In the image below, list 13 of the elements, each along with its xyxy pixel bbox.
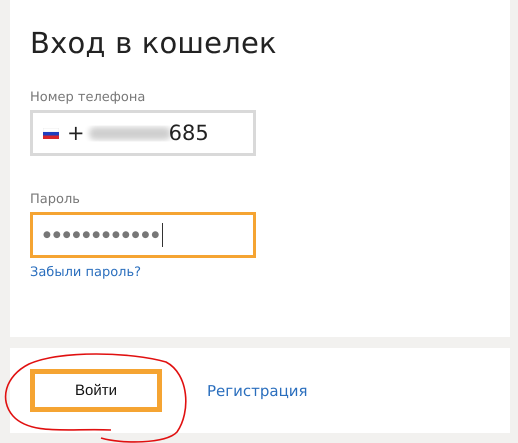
text-cursor [162, 223, 164, 247]
password-field[interactable]: ●●●●●●●●●●●● [30, 212, 256, 258]
page-title: Вход в кошелек [30, 26, 277, 60]
password-value: ●●●●●●●●●●●● [43, 230, 162, 240]
forgot-password-link[interactable]: Забыли пароль? [30, 265, 142, 280]
field-label: Пароль [30, 192, 80, 207]
register-link[interactable]: Регистрация [207, 382, 308, 400]
phone-field[interactable]: + 685 [30, 110, 256, 156]
field-label: Номер телефона [30, 90, 146, 105]
flag-icon [43, 128, 59, 138]
phone-prefix: + [67, 121, 85, 145]
login-button[interactable]: Войти [30, 369, 162, 412]
phone-digits: 685 [168, 121, 209, 145]
